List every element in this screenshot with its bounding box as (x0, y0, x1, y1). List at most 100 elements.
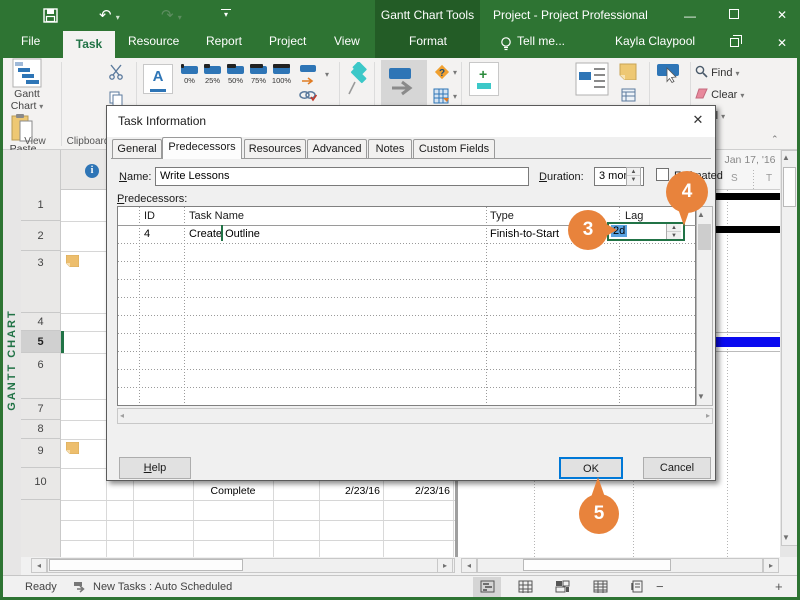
dialog-tab-notes[interactable]: Notes (368, 139, 412, 158)
move-task-button[interactable] (381, 60, 427, 106)
row-number[interactable]: 3 (21, 251, 60, 313)
view-resource-sheet-button[interactable] (586, 577, 614, 597)
cell-date2[interactable]: 2/23/16 (383, 485, 450, 497)
pushpin-icon[interactable] (347, 62, 371, 98)
dialog-tab-advanced[interactable]: Advanced (307, 139, 367, 158)
chart-vertical-scrollbar[interactable]: ▲ ▼ (781, 150, 798, 546)
duration-spinner[interactable]: ▲▼ (626, 167, 641, 186)
copy-icon[interactable] (108, 90, 124, 106)
pred-id[interactable]: 4 (144, 228, 150, 240)
tab-file[interactable]: File (21, 34, 40, 48)
status-new-tasks[interactable]: New Tasks : Auto Scheduled (93, 581, 232, 593)
dialog-close-icon[interactable]: ✕ (689, 112, 707, 128)
pred-table-hscrollbar[interactable]: ◂ ▸ (117, 408, 713, 424)
dialog-tab-general[interactable]: General (112, 139, 162, 158)
task-notes-icon[interactable] (619, 63, 637, 80)
scroll-up-icon[interactable]: ▲ (782, 151, 797, 165)
chevron-down-icon[interactable]: ▾ (325, 70, 329, 79)
percent-75-button[interactable]: 75% (248, 66, 269, 85)
scroll-to-task-button[interactable] (657, 64, 679, 76)
scroll-left-icon[interactable]: ◂ (120, 409, 124, 423)
percent-0-button[interactable]: 0% (179, 66, 200, 85)
mark-on-track-button[interactable]: ? (433, 63, 451, 86)
close-button[interactable]: ✕ (775, 8, 789, 22)
name-input[interactable]: Write Lessons (155, 167, 529, 186)
chevron-down-icon[interactable]: ▾ (453, 92, 457, 101)
row-number[interactable]: 2 (21, 221, 60, 251)
scrollbar-thumb[interactable] (698, 224, 711, 250)
scroll-down-icon[interactable]: ▼ (782, 531, 797, 545)
row-number[interactable]: 6 (21, 353, 60, 399)
tab-task-active[interactable]: Task (63, 31, 115, 58)
minimize-button[interactable]: — (683, 9, 697, 23)
cut-icon[interactable] (108, 64, 124, 80)
scrollbar-thumb[interactable] (523, 559, 671, 571)
dialog-tab-predecessors[interactable]: Predecessors (162, 137, 242, 159)
row-number[interactable]: 10 (21, 468, 60, 500)
pred-type[interactable]: Finish-to-Start (490, 228, 559, 240)
zoom-in-button[interactable]: + (775, 579, 783, 594)
percent-50-button[interactable]: 50% (225, 66, 246, 85)
close-document-button[interactable]: ✕ (775, 36, 789, 50)
undo-caret-icon[interactable]: ▾ (116, 13, 120, 22)
row-number[interactable]: 8 (21, 420, 60, 439)
tab-report[interactable]: Report (206, 34, 242, 48)
ok-button[interactable]: OK (559, 457, 623, 479)
tables-icon[interactable] (433, 88, 449, 104)
scroll-right-icon[interactable]: ▸ (763, 558, 779, 573)
find-button[interactable]: Find ▾ (695, 65, 740, 79)
save-icon[interactable] (43, 8, 58, 23)
clear-button[interactable]: Clear ▾ (695, 88, 744, 101)
percent-25-button[interactable]: 25% (202, 66, 223, 85)
percent-100-button[interactable]: 100% (271, 66, 292, 85)
zoom-out-button[interactable]: − (656, 579, 664, 594)
lag-spinner[interactable]: ▲▼ (666, 224, 681, 239)
view-team-planner-button[interactable] (548, 577, 576, 597)
lag-cell-editor[interactable]: 2d ▲▼ (607, 222, 685, 241)
tell-me-box[interactable]: Tell me... (517, 34, 565, 48)
row-number[interactable]: 7 (21, 399, 60, 420)
unlink-tasks-button[interactable] (300, 65, 316, 90)
tab-project[interactable]: Project (269, 34, 306, 48)
dialog-tab-custom-fields[interactable]: Custom Fields (413, 139, 495, 158)
row-number[interactable]: 1 (21, 190, 60, 221)
tab-format[interactable]: Format (403, 34, 453, 48)
dialog-tab-resources[interactable]: Resources (244, 139, 306, 158)
scrollbar-thumb[interactable] (49, 559, 243, 571)
view-report-button[interactable] (623, 577, 651, 597)
row-number-selected[interactable]: 5 (21, 331, 60, 353)
dialog-title-bar[interactable]: Task Information ✕ (107, 106, 715, 137)
quick-access-customize-icon[interactable]: ▾ (221, 9, 231, 19)
scroll-right-icon[interactable]: ▸ (706, 409, 710, 423)
cancel-button[interactable]: Cancel (643, 457, 711, 479)
chevron-down-icon[interactable]: ▾ (453, 68, 457, 77)
scroll-right-icon[interactable]: ▸ (437, 558, 453, 573)
restore-window-icon[interactable] (730, 38, 739, 47)
gantt-chart-view-button[interactable]: GanttChart ▾ (3, 58, 51, 113)
undo-icon[interactable]: ↶ ▾ (99, 6, 120, 24)
collapse-ribbon-icon[interactable]: ⌃ (771, 134, 779, 145)
tab-view[interactable]: View (334, 34, 360, 48)
maximize-button[interactable] (729, 9, 739, 19)
row-number[interactable]: 4 (21, 313, 60, 331)
scrollbar-thumb[interactable] (783, 167, 796, 207)
row-number[interactable]: 9 (21, 439, 60, 468)
font-button[interactable]: A (143, 64, 173, 94)
task-form-icon[interactable] (621, 88, 636, 102)
estimated-checkbox[interactable] (656, 168, 669, 181)
scroll-up-icon[interactable]: ▲ (697, 208, 712, 222)
user-name[interactable]: Kayla Claypool (615, 34, 695, 48)
view-task-usage-button[interactable] (511, 577, 539, 597)
tab-resource[interactable]: Resource (128, 34, 179, 48)
scroll-left-icon[interactable]: ◂ (31, 558, 47, 573)
display-task-details-icon[interactable] (575, 62, 609, 96)
help-button[interactable]: Help (119, 457, 191, 479)
scroll-down-icon[interactable]: ▼ (697, 390, 712, 404)
view-gantt-button[interactable] (473, 577, 501, 597)
cell-complete[interactable]: Complete (193, 485, 273, 497)
link-tasks-icon[interactable] (299, 90, 317, 102)
scroll-left-icon[interactable]: ◂ (461, 558, 477, 573)
cell-date1[interactable]: 2/23/16 (319, 485, 380, 497)
pred-task-name[interactable]: Create Outline (189, 228, 260, 240)
pred-table-vscrollbar[interactable]: ▲ ▼ (696, 206, 713, 406)
